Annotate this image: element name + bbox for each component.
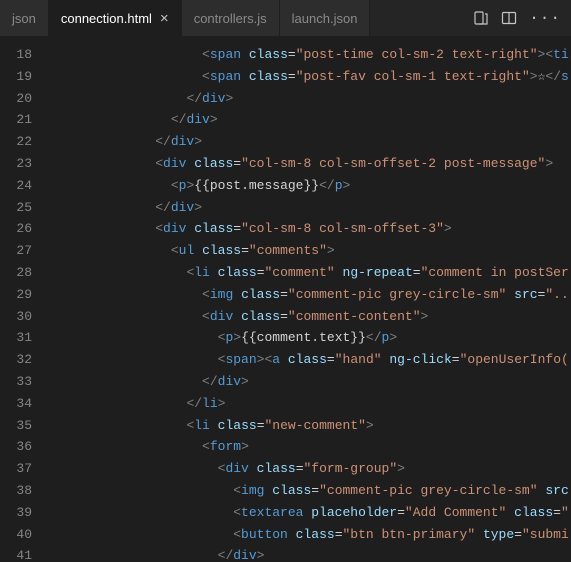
code-line[interactable]: <div class="form-group"> [46, 458, 571, 480]
code-line[interactable]: <img class="comment-pic grey-circle-sm" … [46, 284, 571, 306]
code-line[interactable]: <p>{{post.message}}</p> [46, 175, 571, 197]
line-number: 34 [0, 393, 46, 415]
tab-connection-html[interactable]: connection.html × [49, 0, 182, 36]
code-line[interactable]: <div class="col-sm-8 col-sm-offset-2 pos… [46, 153, 571, 175]
line-number: 30 [0, 306, 46, 328]
code-content[interactable]: <span class="post-time col-sm-2 text-rig… [46, 36, 571, 562]
code-line[interactable]: <span><a class="hand" ng-click="openUser… [46, 349, 571, 371]
more-actions-icon[interactable]: ··· [529, 9, 561, 27]
tab-label: launch.json [292, 11, 358, 26]
code-line[interactable]: <span class="post-time col-sm-2 text-rig… [46, 44, 571, 66]
line-number: 19 [0, 66, 46, 88]
line-number: 41 [0, 545, 46, 562]
code-line[interactable]: </div> [46, 109, 571, 131]
line-number: 36 [0, 436, 46, 458]
code-line[interactable]: </div> [46, 88, 571, 110]
line-number: 22 [0, 131, 46, 153]
code-line[interactable]: <span class="post-fav col-sm-1 text-righ… [46, 66, 571, 88]
line-number: 33 [0, 371, 46, 393]
line-number: 37 [0, 458, 46, 480]
tab-label: controllers.js [194, 11, 267, 26]
code-line[interactable]: </div> [46, 197, 571, 219]
code-line[interactable]: <li class="comment" ng-repeat="comment i… [46, 262, 571, 284]
line-number: 25 [0, 197, 46, 219]
code-editor[interactable]: 1819202122232425262728293031323334353637… [0, 36, 571, 562]
code-line[interactable]: <form> [46, 436, 571, 458]
tab-launch-json[interactable]: launch.json [280, 0, 371, 36]
tab-controllers-js[interactable]: controllers.js [182, 0, 280, 36]
close-icon[interactable]: × [160, 11, 169, 26]
line-number: 31 [0, 327, 46, 349]
line-number: 40 [0, 524, 46, 546]
code-line[interactable]: </div> [46, 545, 571, 562]
split-editor-icon[interactable] [501, 10, 517, 26]
line-number: 24 [0, 175, 46, 197]
code-line[interactable]: <div class="col-sm-8 col-sm-offset-3"> [46, 218, 571, 240]
line-number: 39 [0, 502, 46, 524]
line-number-gutter: 1819202122232425262728293031323334353637… [0, 36, 46, 562]
code-line[interactable]: <li class="new-comment"> [46, 415, 571, 437]
line-number: 20 [0, 88, 46, 110]
code-line[interactable]: <ul class="comments"> [46, 240, 571, 262]
line-number: 18 [0, 44, 46, 66]
tab-label: json [12, 11, 36, 26]
line-number: 35 [0, 415, 46, 437]
line-number: 23 [0, 153, 46, 175]
code-line[interactable]: <img class="comment-pic grey-circle-sm" … [46, 480, 571, 502]
tab-json[interactable]: json [0, 0, 49, 36]
code-line[interactable]: </div> [46, 131, 571, 153]
line-number: 29 [0, 284, 46, 306]
code-line[interactable]: </li> [46, 393, 571, 415]
code-line[interactable]: </div> [46, 371, 571, 393]
code-line[interactable]: <p>{{comment.text}}</p> [46, 327, 571, 349]
line-number: 28 [0, 262, 46, 284]
tab-label: connection.html [61, 11, 152, 26]
editor-tabs: json connection.html × controllers.js la… [0, 0, 571, 36]
code-line[interactable]: <div class="comment-content"> [46, 306, 571, 328]
code-line[interactable]: <button class="btn btn-primary" type="su… [46, 524, 571, 546]
line-number: 27 [0, 240, 46, 262]
line-number: 21 [0, 109, 46, 131]
open-changes-icon[interactable] [473, 10, 489, 26]
code-line[interactable]: <textarea placeholder="Add Comment" clas… [46, 502, 571, 524]
tab-actions: ··· [463, 0, 571, 36]
line-number: 26 [0, 218, 46, 240]
line-number: 38 [0, 480, 46, 502]
line-number: 32 [0, 349, 46, 371]
